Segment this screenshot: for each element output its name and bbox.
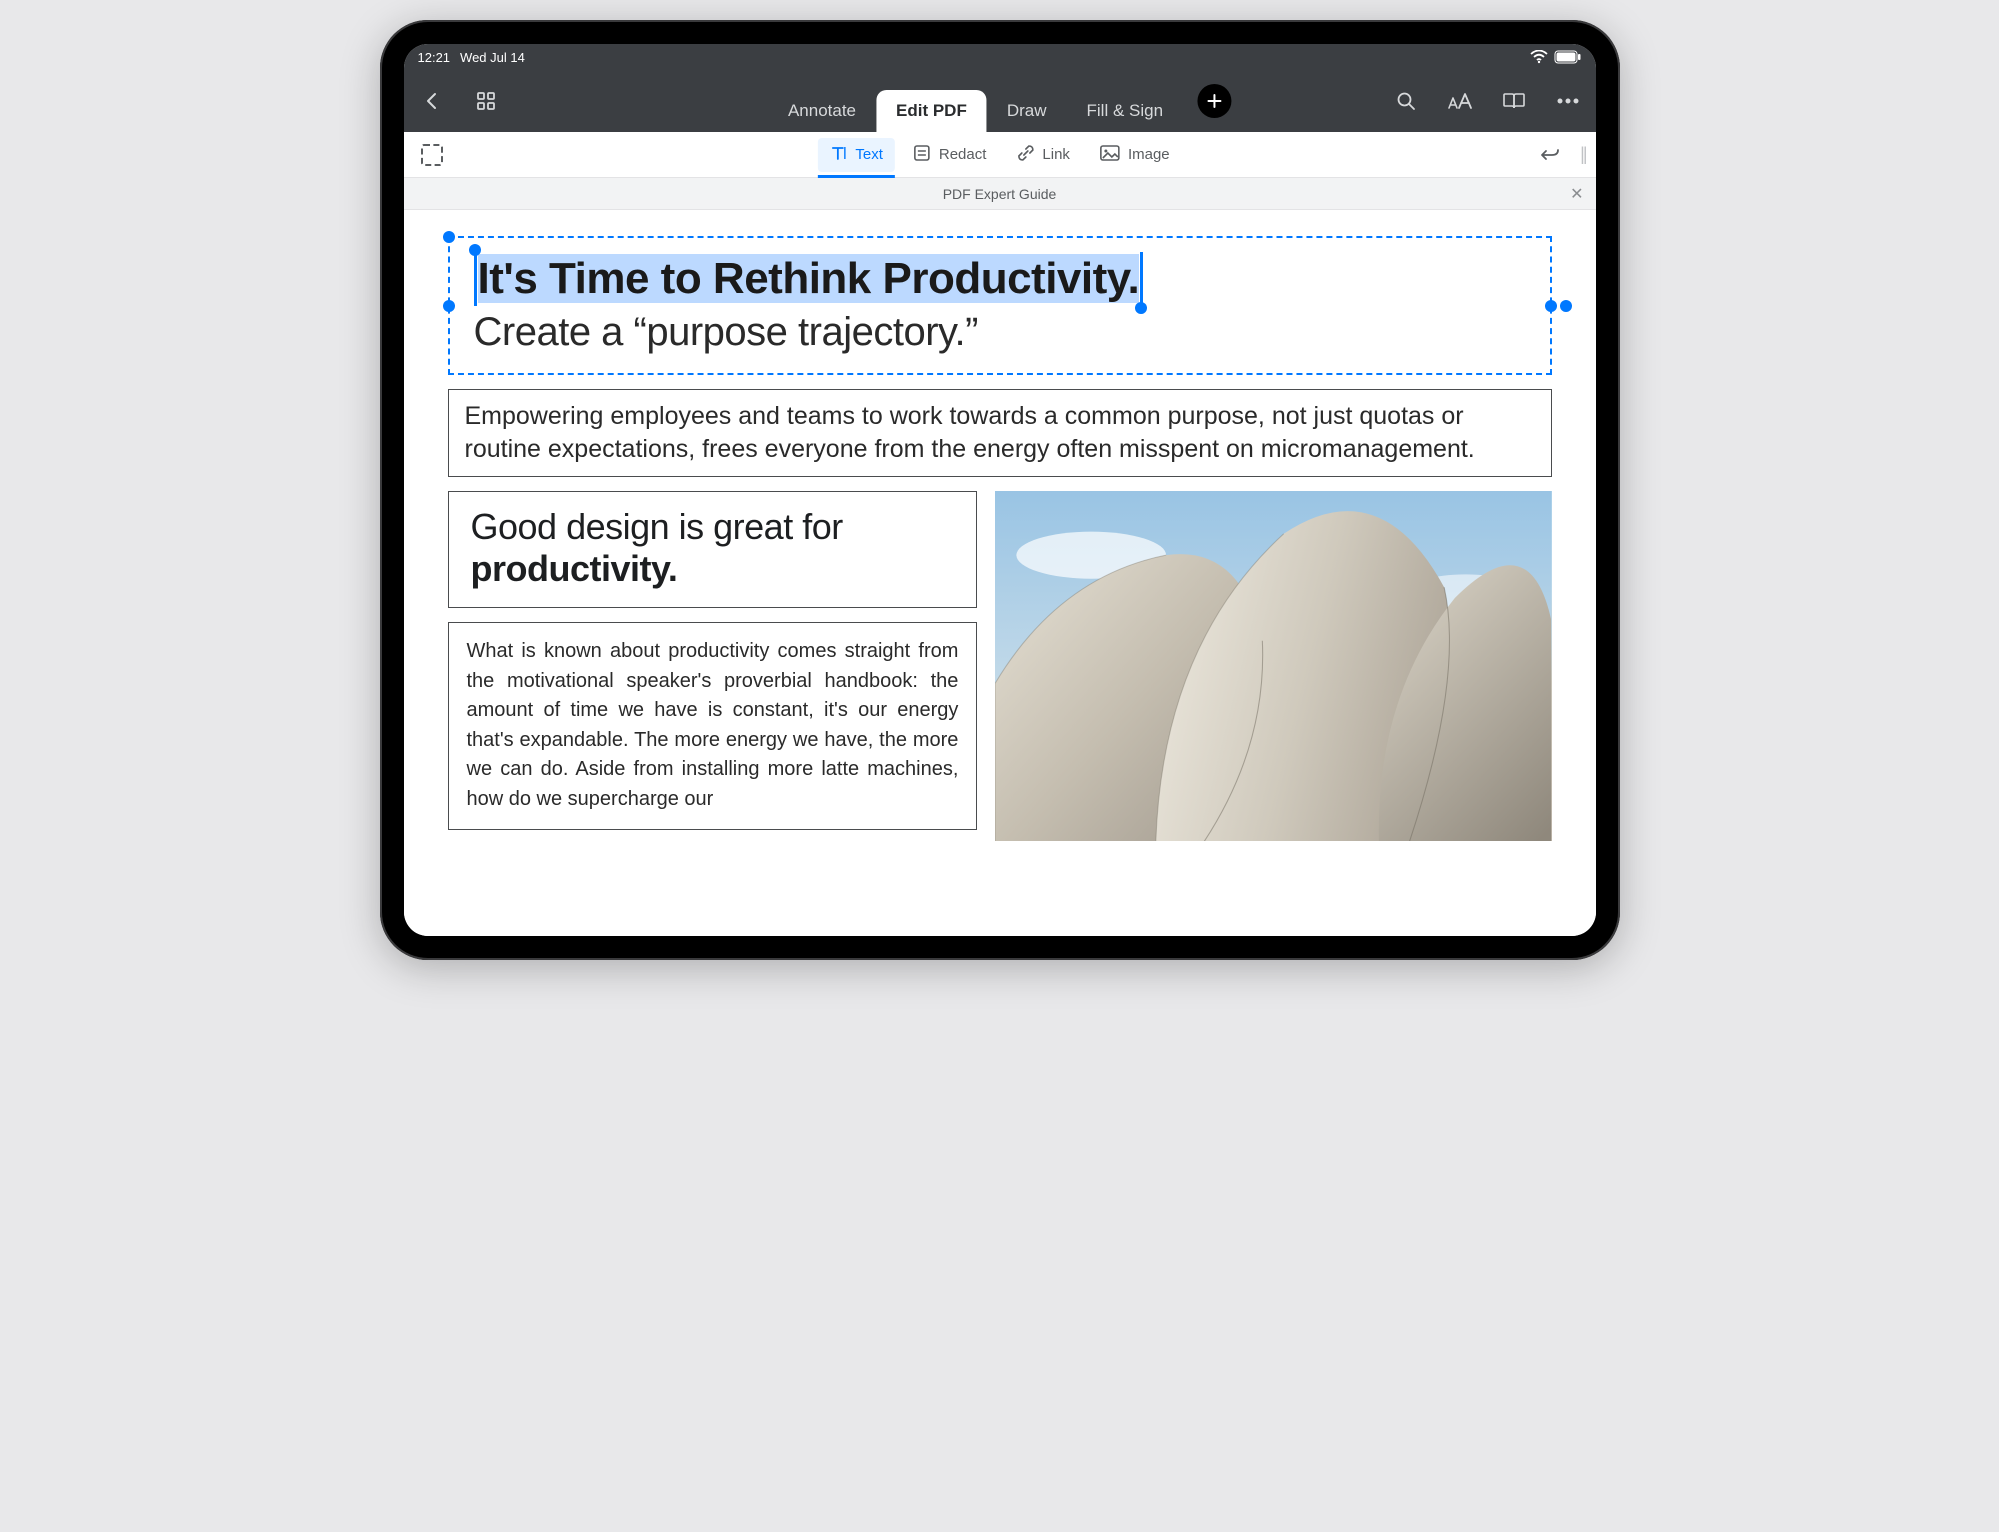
article-image[interactable] <box>995 491 1551 841</box>
grid-view-button[interactable] <box>468 83 504 119</box>
text-caret-end[interactable] <box>1140 252 1143 306</box>
wifi-icon <box>1530 50 1548 64</box>
toolbar-drag-handle[interactable]: || <box>1580 144 1585 165</box>
link-icon <box>1016 144 1034 166</box>
document-title: PDF Expert Guide <box>943 186 1057 202</box>
redact-icon <box>913 144 931 166</box>
tool-redact[interactable]: Redact <box>901 138 999 172</box>
image-icon <box>1100 145 1120 165</box>
body-paragraph-text: What is known about productivity comes s… <box>467 637 959 815</box>
tool-text-label: Text <box>855 146 883 163</box>
tab-edit-pdf[interactable]: Edit PDF <box>876 90 987 132</box>
reader-view-button[interactable] <box>1496 83 1532 119</box>
status-bar: 12:21 Wed Jul 14 <box>404 44 1596 70</box>
tool-text[interactable]: Text <box>817 138 895 172</box>
tool-image[interactable]: Image <box>1088 139 1182 171</box>
top-toolbar: Annotate Edit PDF Draw Fill & Sign <box>404 70 1596 132</box>
resize-handle-outer-r[interactable] <box>1560 300 1572 312</box>
selection-rect-icon <box>421 144 443 166</box>
resize-handle-tl[interactable] <box>443 231 455 243</box>
mode-tabs: Annotate Edit PDF Draw Fill & Sign <box>768 70 1231 132</box>
resize-handle-mr[interactable] <box>1545 300 1557 312</box>
subheading-text: Good design is great for productivity. <box>471 506 955 591</box>
intro-paragraph-text: Empowering employees and teams to work t… <box>465 400 1535 466</box>
text-caret-start[interactable] <box>474 252 477 306</box>
text-size-button[interactable] <box>1442 83 1478 119</box>
search-button[interactable] <box>1388 83 1424 119</box>
screen: 12:21 Wed Jul 14 <box>404 44 1596 936</box>
tool-link[interactable]: Link <box>1004 138 1082 172</box>
text-tool-icon <box>829 144 847 166</box>
tab-fill-sign[interactable]: Fill & Sign <box>1067 90 1184 132</box>
status-date: Wed Jul 14 <box>460 50 525 65</box>
tool-image-label: Image <box>1128 146 1170 163</box>
edit-subtoolbar: Text Redact Link <box>404 132 1596 178</box>
back-button[interactable] <box>414 83 450 119</box>
selection-tool-button[interactable] <box>414 137 450 173</box>
tab-draw[interactable]: Draw <box>987 90 1067 132</box>
undo-button[interactable] <box>1530 137 1566 173</box>
headline-selected-span: It's Time to Rethink Productivity. <box>478 254 1140 303</box>
battery-icon <box>1554 50 1582 64</box>
subheading-block[interactable]: Good design is great for productivity. <box>448 491 978 608</box>
body-paragraph-block[interactable]: What is known about productivity comes s… <box>448 622 978 830</box>
intro-paragraph-block[interactable]: Empowering employees and teams to work t… <box>448 389 1552 477</box>
add-tab-button[interactable] <box>1197 84 1231 118</box>
headline-text[interactable]: It's Time to Rethink Productivity. <box>474 252 1144 306</box>
document-title-bar: PDF Expert Guide ✕ <box>404 178 1596 210</box>
selected-text-block[interactable]: It's Time to Rethink Productivity. Creat… <box>448 236 1552 375</box>
ipad-device-frame: 12:21 Wed Jul 14 <box>380 20 1620 960</box>
two-column-row: Good design is great for productivity. W… <box>448 491 1552 841</box>
document-canvas[interactable]: It's Time to Rethink Productivity. Creat… <box>404 210 1596 936</box>
status-time: 12:21 <box>418 50 451 65</box>
tab-annotate[interactable]: Annotate <box>768 90 876 132</box>
subheadline-text[interactable]: Create a “purpose trajectory.” <box>474 310 1526 355</box>
tool-link-label: Link <box>1042 146 1070 163</box>
close-document-button[interactable]: ✕ <box>1570 184 1583 204</box>
resize-handle-ml[interactable] <box>443 300 455 312</box>
more-button[interactable] <box>1550 83 1586 119</box>
tool-redact-label: Redact <box>939 146 987 163</box>
